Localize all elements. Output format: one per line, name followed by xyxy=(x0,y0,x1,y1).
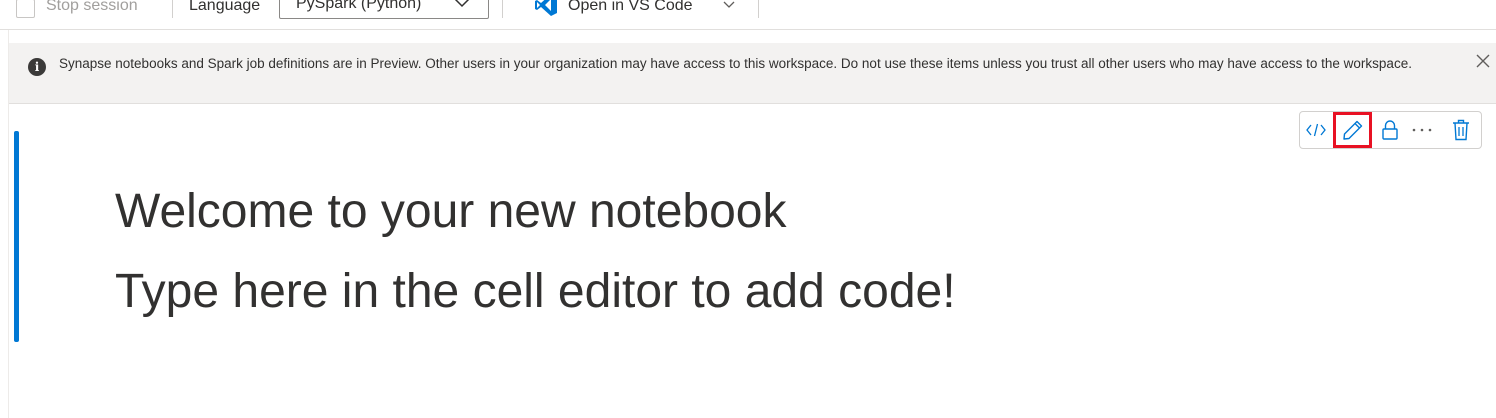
chevron-down-icon xyxy=(454,0,470,8)
open-vscode-label: Open in VS Code xyxy=(568,0,693,14)
pencil-icon xyxy=(1342,120,1362,140)
preview-banner: i Synapse notebooks and Spark job defini… xyxy=(9,43,1496,104)
stop-session-label: Stop session xyxy=(46,0,138,14)
cell-line: Type here in the cell editor to add code… xyxy=(115,265,956,318)
banner-message: Synapse notebooks and Spark job definiti… xyxy=(59,56,1412,71)
stop-session-button[interactable]: Stop session xyxy=(16,0,138,20)
trash-icon xyxy=(1453,119,1469,141)
close-icon[interactable] xyxy=(1476,54,1490,68)
language-select[interactable]: PySpark (Python) xyxy=(279,0,489,19)
notebook-toolbar: Stop session Language PySpark (Python) O… xyxy=(0,0,1496,30)
cell-line: Welcome to your new notebook xyxy=(115,185,787,238)
language-value: PySpark (Python) xyxy=(296,0,422,12)
vscode-icon xyxy=(535,0,557,16)
markdown-cell-content[interactable]: Welcome to your new notebook Type here i… xyxy=(115,172,1215,332)
toolbar-divider xyxy=(172,0,173,18)
left-rail xyxy=(0,30,9,418)
cell-toolbar xyxy=(1299,111,1482,149)
code-icon xyxy=(1306,123,1326,137)
language-label: Language xyxy=(189,0,261,14)
lock-icon xyxy=(1382,120,1398,140)
lock-cell-button[interactable] xyxy=(1375,116,1405,144)
edit-cell-button[interactable] xyxy=(1333,112,1372,148)
code-view-button[interactable] xyxy=(1301,116,1331,144)
more-options-button[interactable] xyxy=(1407,116,1437,144)
more-icon xyxy=(1412,128,1432,132)
open-vscode-button[interactable]: Open in VS Code xyxy=(534,0,693,20)
info-icon: i xyxy=(28,58,46,76)
toolbar-divider xyxy=(758,0,759,18)
delete-cell-button[interactable] xyxy=(1446,116,1476,144)
chevron-down-icon[interactable] xyxy=(722,0,736,9)
stop-icon xyxy=(16,0,35,18)
toolbar-divider xyxy=(502,0,503,18)
active-cell-indicator xyxy=(14,131,19,342)
